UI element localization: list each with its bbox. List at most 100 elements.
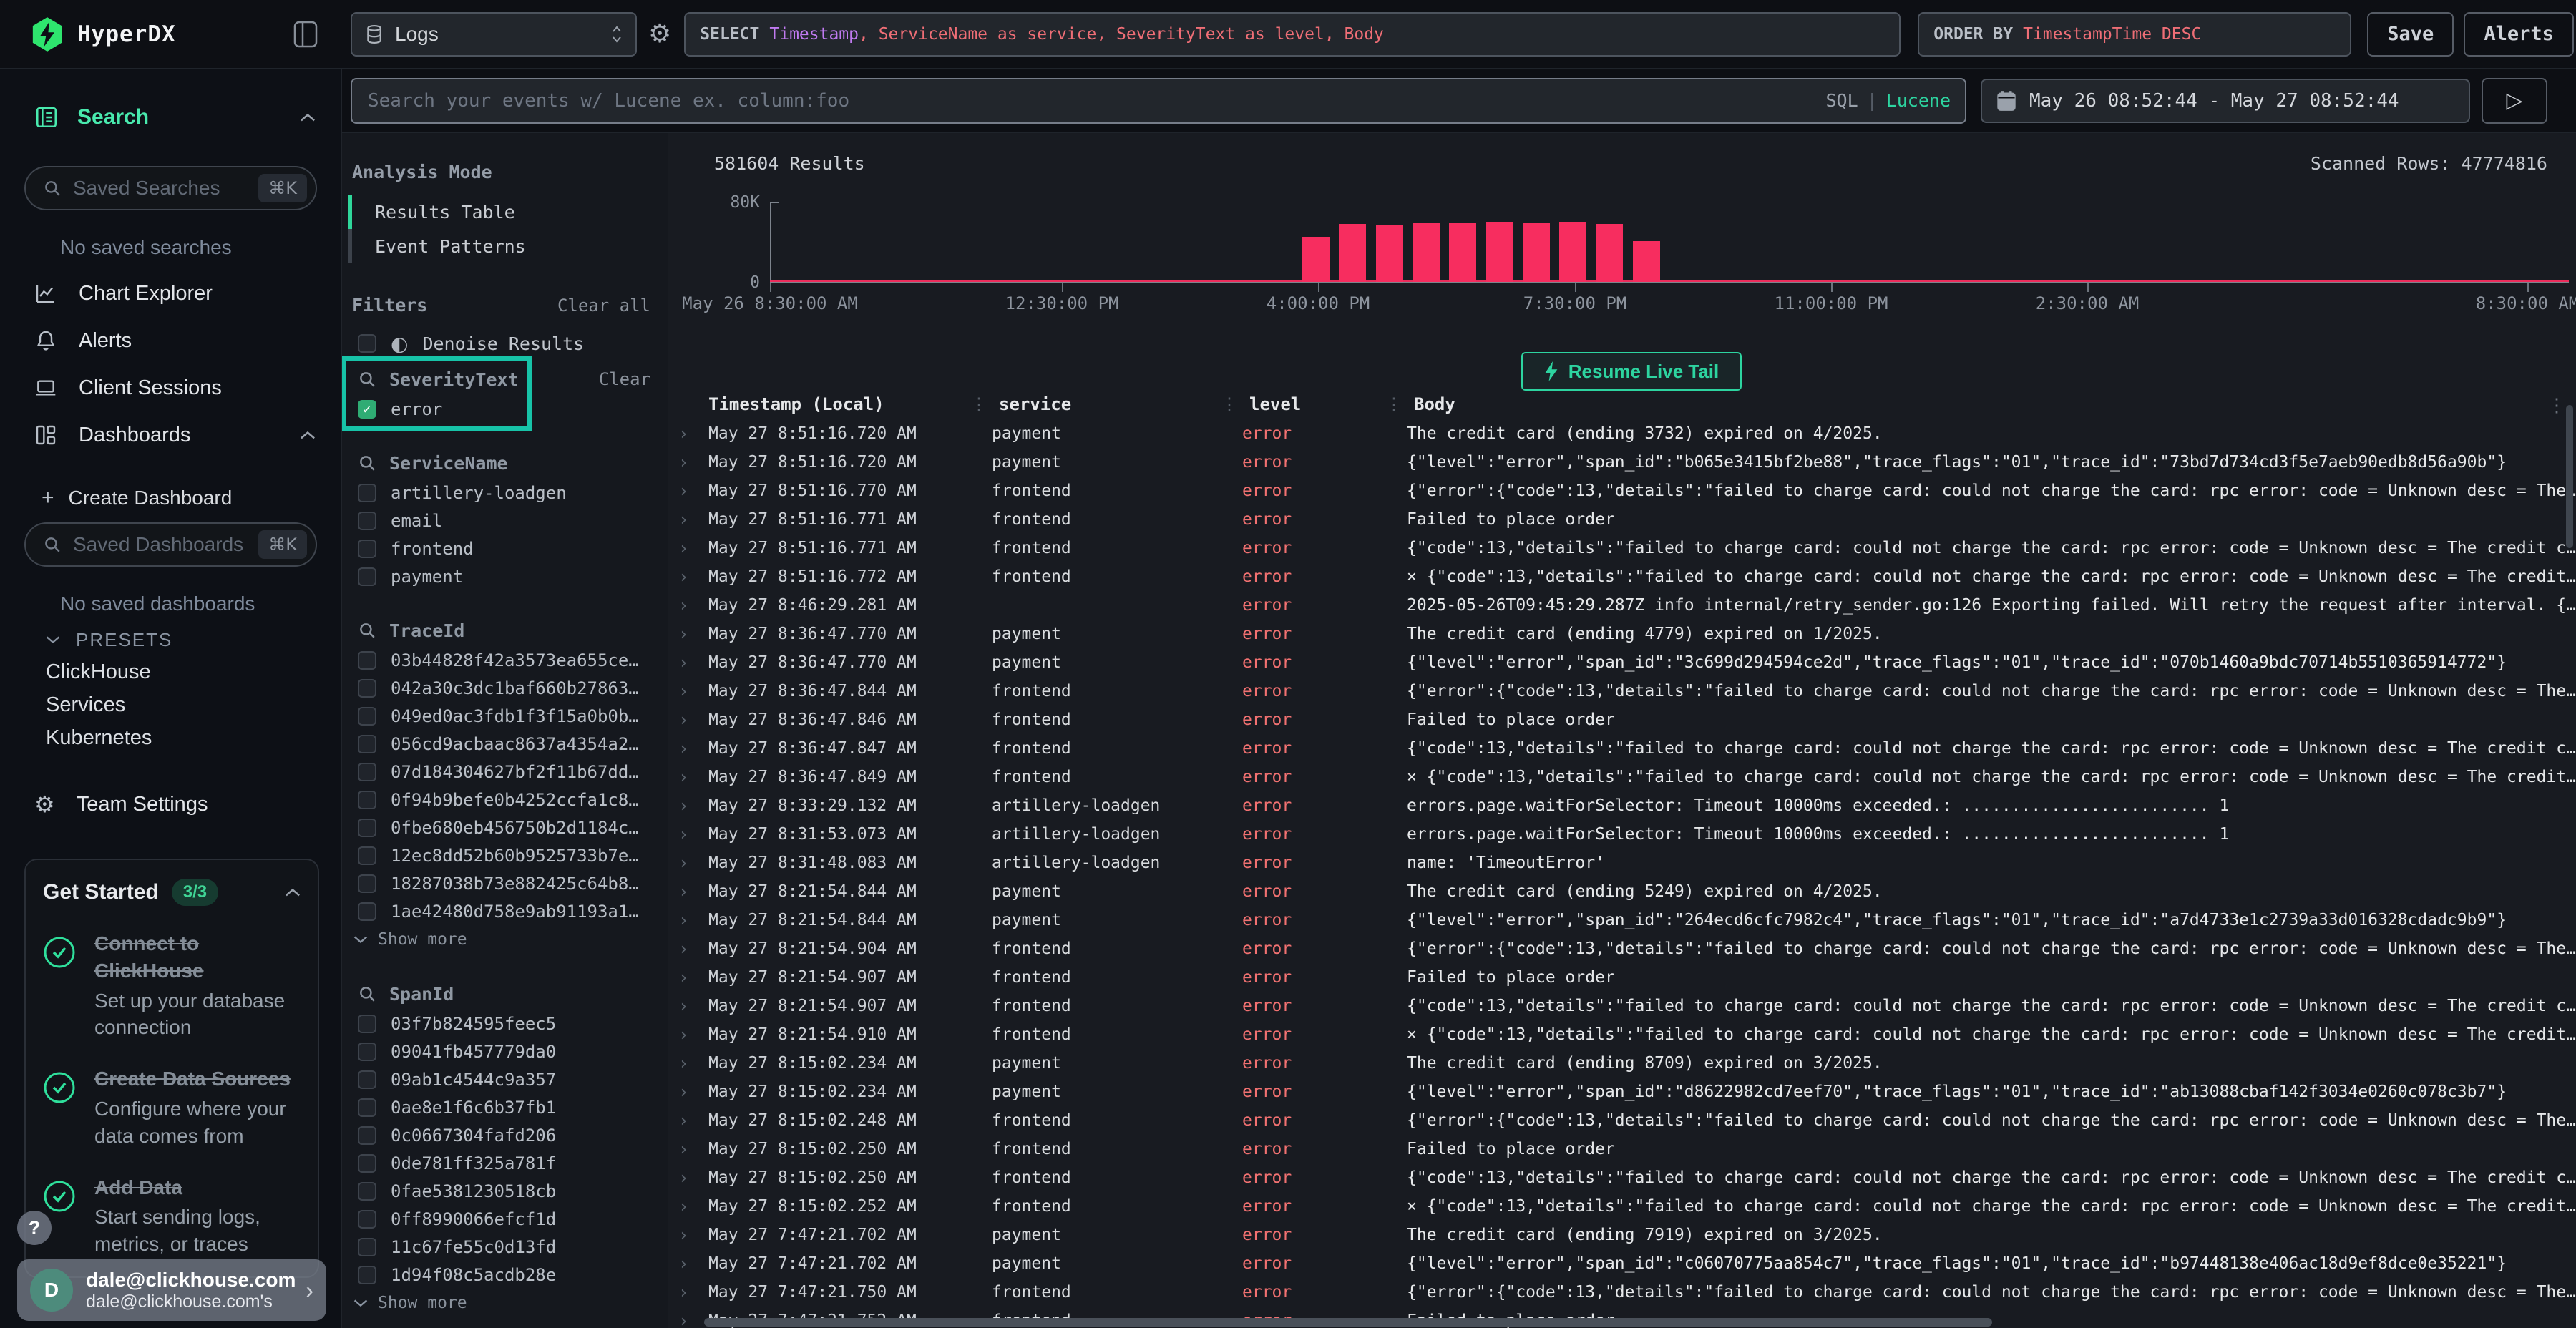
table-row[interactable]: ›May 27 8:15:02.250 AMfrontenderrorFaile… (668, 1135, 2576, 1163)
table-row[interactable]: ›May 27 8:33:29.132 AMartillery-loadgene… (668, 791, 2576, 820)
facet-option[interactable]: frontend (342, 534, 668, 562)
table-row[interactable]: ›May 27 8:21:54.844 AMpaymenterrorThe cr… (668, 877, 2576, 906)
table-row[interactable]: ›May 27 8:51:16.770 AMfrontenderror{"err… (668, 477, 2576, 505)
user-menu[interactable]: D dale@clickhouse.com dale@clickhouse.co… (17, 1259, 326, 1321)
resume-live-tail-button[interactable]: Resume Live Tail (1521, 352, 1742, 391)
horizontal-scrollbar[interactable] (704, 1318, 1992, 1327)
table-row[interactable]: ›May 27 8:36:47.846 AMfrontenderrorFaile… (668, 706, 2576, 734)
row-expand-icon[interactable]: › (668, 452, 708, 472)
facet-option[interactable]: 0de781ff325a781f (342, 1149, 668, 1177)
row-expand-icon[interactable]: › (668, 1168, 708, 1188)
sidebar-item-alerts[interactable]: Alerts (0, 321, 341, 361)
column-header-service[interactable]: ⋮service (992, 394, 1242, 414)
denoise-results-toggle[interactable]: ◐ Denoise Results (342, 328, 668, 359)
row-expand-icon[interactable]: › (668, 1082, 708, 1102)
facet-checkbox[interactable] (358, 1266, 376, 1284)
sidebar-collapse-icon[interactable] (293, 21, 318, 48)
table-row[interactable]: ›May 27 8:21:54.907 AMfrontenderror{"cod… (668, 992, 2576, 1020)
row-expand-icon[interactable]: › (668, 1110, 708, 1131)
column-drag-handle[interactable]: ⋮ (1385, 394, 1402, 414)
facet-checkbox[interactable] (358, 484, 376, 502)
facet-checkbox[interactable] (358, 1015, 376, 1033)
row-expand-icon[interactable]: › (668, 939, 708, 959)
histogram-bar[interactable] (1339, 224, 1366, 282)
facet-option[interactable]: 049ed0ac3fdb1f3f15a0b0b… (342, 702, 668, 730)
table-row[interactable]: ›May 27 8:51:16.720 AMpaymenterrorThe cr… (668, 419, 2576, 448)
row-expand-icon[interactable]: › (668, 710, 708, 730)
table-row[interactable]: ›May 27 8:21:54.910 AMfrontenderror× {"c… (668, 1020, 2576, 1049)
date-range-picker[interactable]: May 26 08:52:44 - May 27 08:52:44 (1981, 79, 2470, 123)
table-row[interactable]: ›May 27 8:36:47.844 AMfrontenderror{"err… (668, 677, 2576, 706)
row-expand-icon[interactable]: › (668, 1139, 708, 1159)
create-dashboard-button[interactable]: + Create Dashboard (0, 481, 341, 515)
facet-checkbox[interactable] (358, 679, 376, 698)
vertical-scrollbar[interactable] (2566, 405, 2573, 548)
row-expand-icon[interactable]: › (668, 738, 708, 758)
facet-option[interactable]: artillery-loadgen (342, 479, 668, 507)
mode-sql[interactable]: SQL (1825, 90, 1858, 111)
table-row[interactable]: ›May 27 8:15:02.234 AMpaymenterror{"leve… (668, 1078, 2576, 1106)
column-options-icon[interactable]: ⋮ (2547, 395, 2566, 416)
facet-option[interactable]: 0fbe680eb456750b2d1184c… (342, 814, 668, 841)
sidebar-item-search[interactable]: Search (0, 97, 341, 137)
order-by-input[interactable]: ORDER BY TimestampTime DESC (1918, 12, 2351, 57)
facet-checkbox[interactable] (358, 846, 376, 865)
table-row[interactable]: ›May 27 8:51:16.772 AMfrontenderror× {"c… (668, 562, 2576, 591)
facet-option[interactable]: ✓error (342, 395, 668, 423)
show-more-button[interactable]: Show more (342, 925, 668, 954)
analysis-mode-results-table[interactable]: Results Table (348, 195, 668, 229)
table-row[interactable]: ›May 27 8:15:02.250 AMfrontenderror{"cod… (668, 1163, 2576, 1192)
table-row[interactable]: ›May 27 8:36:47.770 AMpaymenterrorThe cr… (668, 620, 2576, 648)
facet-option[interactable]: 042a30c3dc1baf660b27863… (342, 674, 668, 702)
sidebar-item-client-sessions[interactable]: Client Sessions (0, 368, 341, 408)
facet-option[interactable]: 056cd9acbaac8637a4354a2… (342, 730, 668, 758)
row-expand-icon[interactable]: › (668, 1196, 708, 1216)
facet-checkbox[interactable] (358, 1126, 376, 1145)
row-expand-icon[interactable]: › (668, 996, 708, 1016)
alerts-button[interactable]: Alerts (2464, 12, 2574, 57)
histogram-bar[interactable] (1449, 223, 1476, 282)
facet-checkbox[interactable] (358, 651, 376, 670)
mode-lucene[interactable]: Lucene (1886, 90, 1951, 111)
saved-dashboards-input[interactable] (73, 533, 247, 556)
facet-checkbox[interactable]: ✓ (358, 400, 376, 419)
row-expand-icon[interactable]: › (668, 910, 708, 930)
facet-option[interactable]: 11c67fe55c0d13fd (342, 1233, 668, 1261)
facet-checkbox[interactable] (358, 874, 376, 893)
table-row[interactable]: ›May 27 8:51:16.720 AMpaymenterror{"leve… (668, 448, 2576, 477)
search-input[interactable] (352, 90, 1965, 112)
facet-option[interactable]: 0ae8e1f6c6b37fb1 (342, 1093, 668, 1121)
facet-checkbox[interactable] (358, 1098, 376, 1117)
table-row[interactable]: ›May 27 8:31:48.083 AMartillery-loadgene… (668, 849, 2576, 877)
row-expand-icon[interactable]: › (668, 538, 708, 558)
sidebar-preset-clickhouse[interactable]: ClickHouse (0, 655, 341, 688)
get-started-item[interactable]: Add DataStart sending logs, metrics, or … (43, 1174, 301, 1258)
facet-option[interactable]: 0f94b9befe0b4252ccfa1c8… (342, 786, 668, 814)
sidebar-item-team-settings[interactable]: ⚙ Team Settings (0, 784, 341, 824)
facet-option[interactable]: 1d94f08c5acdb28e (342, 1261, 668, 1289)
source-settings-gear-icon[interactable]: ⚙ (648, 19, 671, 49)
table-row[interactable]: ›May 27 8:15:02.234 AMpaymenterrorThe cr… (668, 1049, 2576, 1078)
row-expand-icon[interactable]: › (668, 1254, 708, 1274)
facet-option[interactable]: email (342, 507, 668, 534)
facet-option[interactable]: 0fae5381230518cb (342, 1177, 668, 1205)
row-expand-icon[interactable]: › (668, 767, 708, 787)
sidebar-preset-kubernetes[interactable]: Kubernetes (0, 721, 341, 754)
row-expand-icon[interactable]: › (668, 509, 708, 529)
table-row[interactable]: ›May 27 7:47:21.750 AMfrontenderror{"err… (668, 1278, 2576, 1307)
get-started-item[interactable]: Create Data SourcesConfigure where your … (43, 1065, 301, 1149)
facet-checkbox[interactable] (358, 512, 376, 530)
facet-option[interactable]: 12ec8dd52b60b9525733b7e… (342, 841, 668, 869)
chevron-up-icon[interactable] (285, 888, 301, 897)
histogram-bar[interactable] (1486, 222, 1513, 282)
histogram-bar[interactable] (1376, 225, 1403, 282)
table-row[interactable]: ›May 27 8:51:16.771 AMfrontenderrorFaile… (668, 505, 2576, 534)
row-expand-icon[interactable]: › (668, 1053, 708, 1073)
row-expand-icon[interactable]: › (668, 624, 708, 644)
facet-option[interactable]: 09041fb457779da0 (342, 1038, 668, 1065)
row-expand-icon[interactable]: › (668, 681, 708, 701)
saved-searches-input[interactable] (73, 177, 247, 200)
row-expand-icon[interactable]: › (668, 595, 708, 615)
table-row[interactable]: ›May 27 7:47:21.702 AMpaymenterrorThe cr… (668, 1221, 2576, 1249)
row-expand-icon[interactable]: › (668, 824, 708, 844)
